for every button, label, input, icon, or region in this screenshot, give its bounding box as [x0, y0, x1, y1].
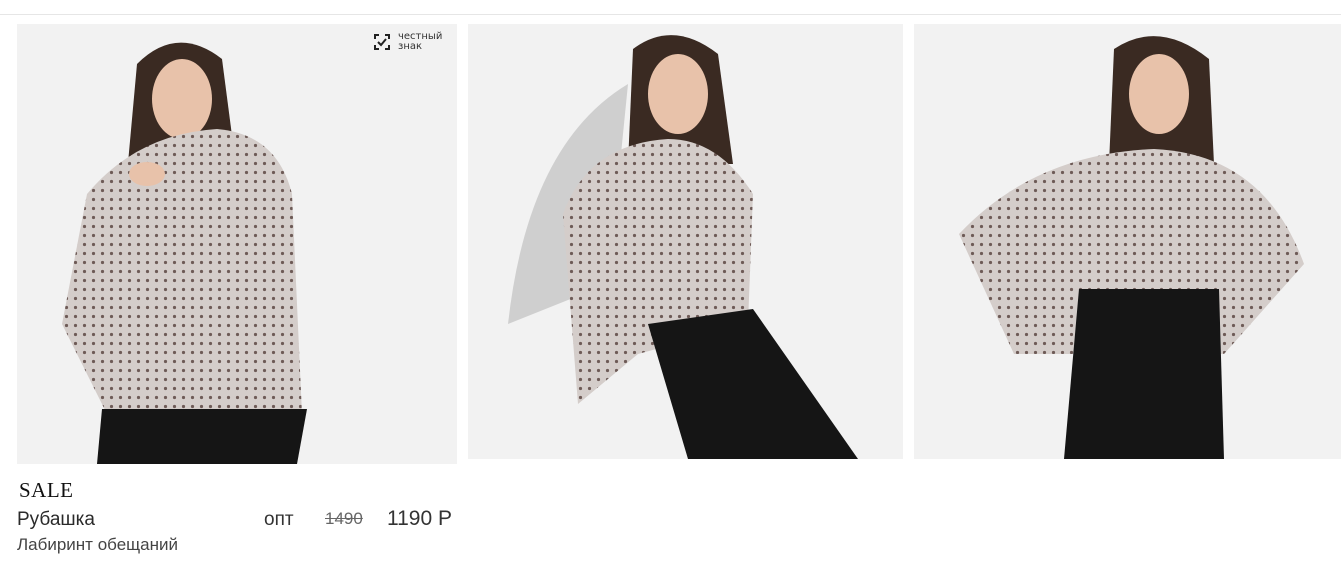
honest-sign-icon — [374, 34, 390, 50]
honest-sign-line2: знак — [398, 41, 423, 52]
product-image-side[interactable] — [468, 24, 903, 459]
model-photo-hands-on-hips — [914, 24, 1341, 459]
honest-sign-badge: честный знак — [372, 32, 448, 52]
sale-badge: SALE — [19, 478, 74, 502]
product-image-main[interactable] — [17, 24, 457, 464]
wholesale-label: опт — [264, 509, 294, 530]
old-price: 1490 — [325, 509, 363, 528]
product-image-pose[interactable] — [914, 24, 1341, 459]
product-subtitle: Лабиринт обещаний — [17, 535, 178, 554]
product-title[interactable]: Рубашка — [17, 509, 95, 531]
top-divider — [0, 14, 1341, 15]
model-photo-front — [17, 24, 457, 464]
model-photo-side — [468, 24, 903, 459]
current-price: 1190 Р — [387, 507, 452, 530]
